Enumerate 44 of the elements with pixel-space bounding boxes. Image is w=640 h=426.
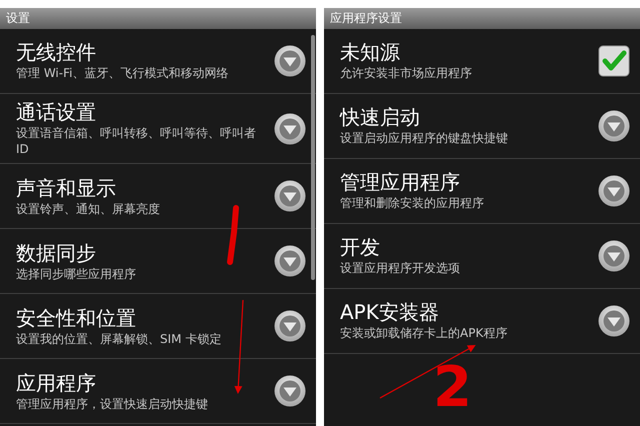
checkbox[interactable] [598, 45, 630, 77]
expand-icon[interactable] [274, 310, 306, 342]
item-title: 声音和显示 [16, 176, 117, 201]
expand-icon[interactable] [598, 175, 630, 207]
expand-icon[interactable] [274, 45, 306, 77]
item-title: 安全性和位置 [16, 306, 137, 331]
item-summary: 设置应用程序开发选项 [340, 260, 461, 277]
item-summary: 管理和删除安装的应用程序 [340, 195, 485, 212]
expand-icon[interactable] [274, 245, 306, 278]
item-summary: 允许安装非市场应用程序 [340, 65, 473, 82]
item-summary: 设置我的位置、屏幕解锁、SIM 卡锁定 [16, 330, 222, 347]
settings-item[interactable]: 未知源 允许安装非市场应用程序 [324, 29, 640, 94]
item-title: APK安装器 [340, 300, 440, 326]
item-title: 应用程序 [16, 370, 97, 396]
settings-item[interactable]: 管理应用程序 管理和删除安装的应用程序 [324, 159, 640, 224]
expand-icon[interactable] [598, 305, 630, 337]
settings-item[interactable]: APK安装器 安装或卸载储存卡上的APK程序 [324, 289, 640, 354]
item-summary: 管理应用程序，设置快速启动快捷键 [16, 396, 209, 412]
item-title: 通话设置 [16, 100, 97, 125]
item-title: 管理应用程序 [340, 170, 461, 196]
settings-item[interactable]: 快速启动 设置启动应用程序的键盘快捷键 [324, 94, 640, 159]
annotation-number: 2 [433, 360, 472, 416]
expand-icon[interactable] [598, 240, 630, 272]
item-summary: 选择同步哪些应用程序 [16, 266, 137, 282]
screen-title: 应用程序设置 [324, 8, 640, 29]
item-summary: 设置铃声、通知、屏幕亮度 [16, 200, 161, 217]
item-summary: 安装或卸载储存卡上的APK程序 [340, 325, 508, 342]
settings-item[interactable]: 安全性和位置 设置我的位置、屏幕解锁、SIM 卡锁定 [0, 294, 316, 360]
expand-icon[interactable] [274, 375, 306, 408]
settings-item[interactable]: 开发 设置应用程序开发选项 [324, 224, 640, 289]
item-title: 开发 [340, 235, 381, 260]
settings-item[interactable]: 应用程序 管理应用程序，设置快速启动快捷键 [0, 359, 316, 424]
screen-title: 设置 [0, 8, 316, 29]
expand-icon[interactable] [598, 110, 630, 142]
item-title: 快速启动 [340, 105, 421, 130]
item-summary: 设置语音信箱、呼叫转移、呼叫等待、呼叫者 ID [16, 125, 257, 158]
item-title: 数据同步 [16, 240, 97, 266]
item-summary: 管理 Wi-Fi、蓝牙、飞行模式和移动网络 [16, 65, 230, 82]
item-summary: 设置启动应用程序的键盘快捷键 [340, 130, 509, 147]
item-title: 未知源 [340, 40, 401, 66]
annotation-stroke [227, 205, 239, 265]
expand-icon[interactable] [274, 112, 306, 145]
item-title: 无线控件 [16, 40, 97, 66]
expand-icon[interactable] [274, 180, 306, 212]
